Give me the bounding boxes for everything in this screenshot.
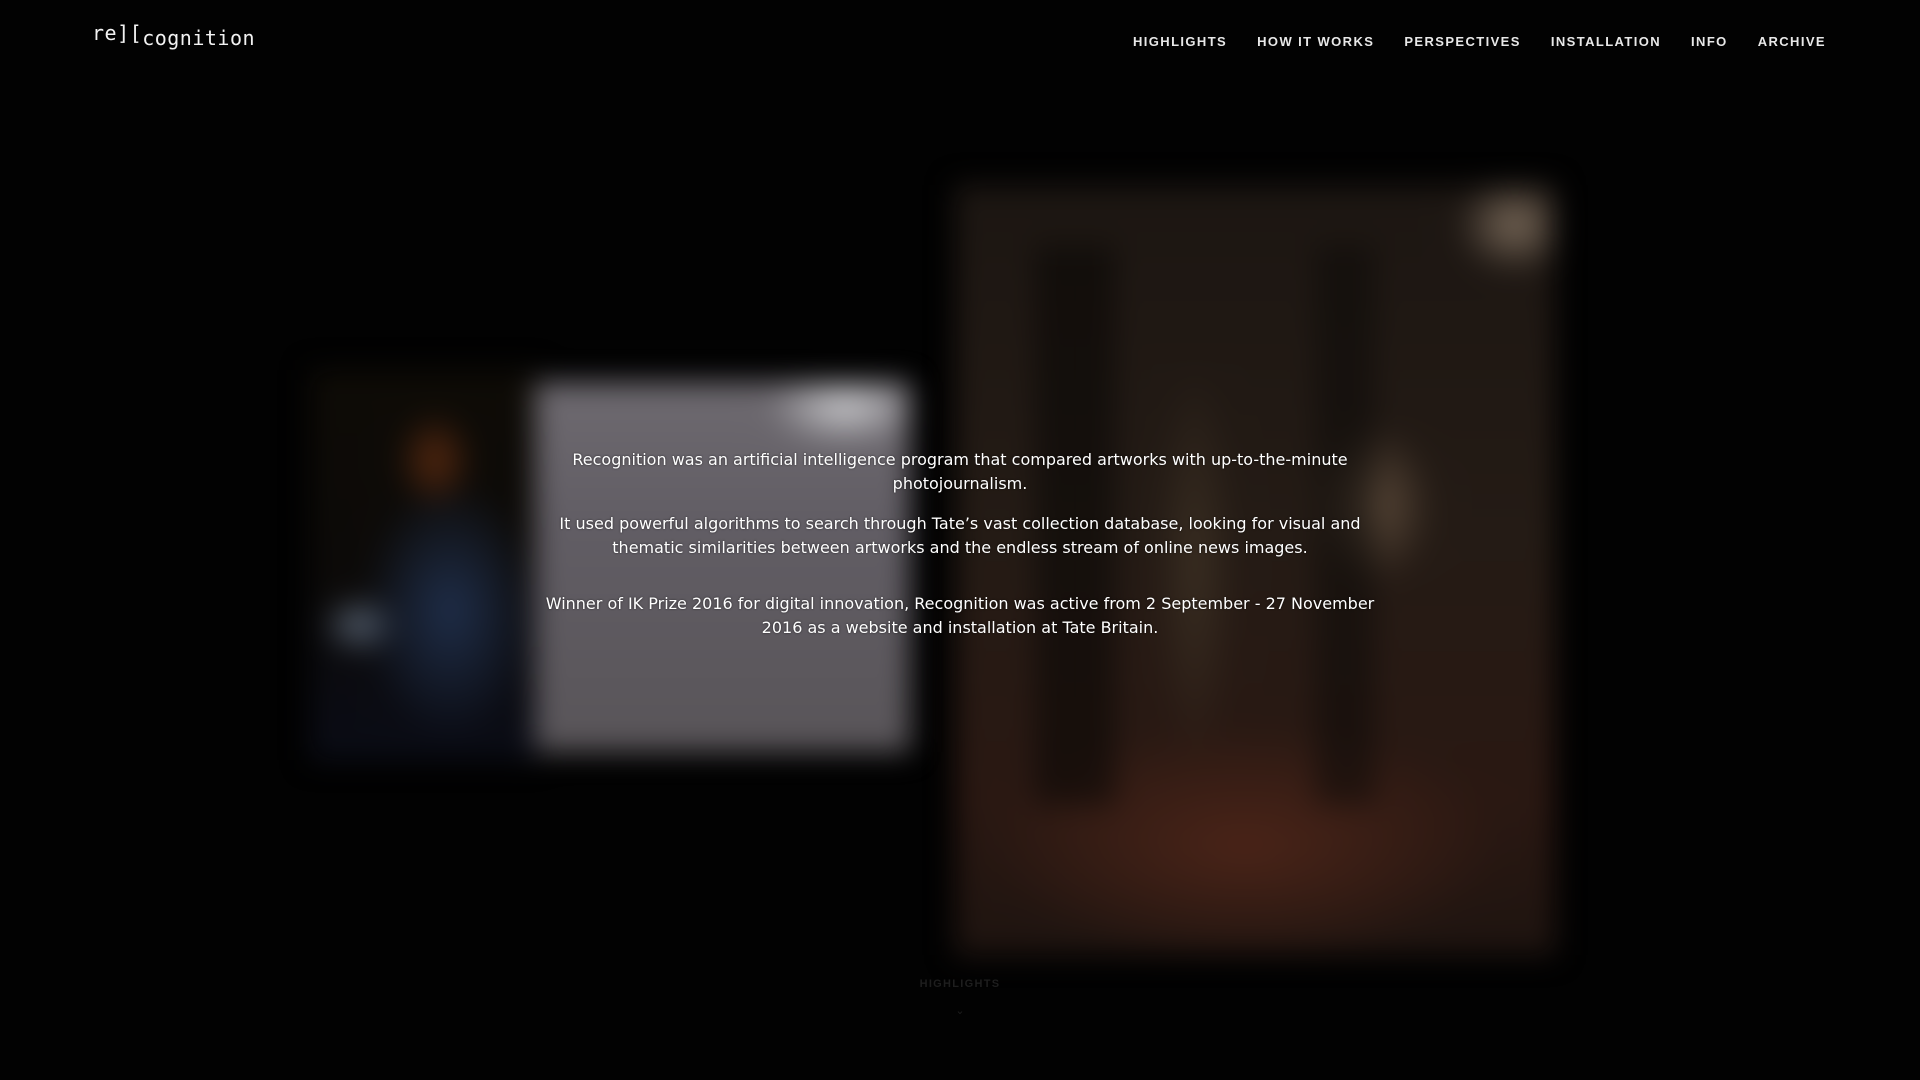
logo-suffix: cognition <box>142 26 256 50</box>
site-logo[interactable]: re][cognition <box>92 21 256 50</box>
intro-paragraph-1: Recognition was an artificial intelligen… <box>572 450 1348 493</box>
scroll-highlights-link[interactable]: HIGHLIGHTS <box>920 978 1001 990</box>
nav-perspectives[interactable]: PERSPECTIVES <box>1404 34 1521 49</box>
logo-prefix: re <box>92 21 118 45</box>
scroll-hint: HIGHLIGHTS ⌄ <box>0 974 1920 1017</box>
nav-info[interactable]: INFO <box>1691 34 1728 49</box>
main-nav: HIGHLIGHTS HOW IT WORKS PERSPECTIVES INS… <box>1133 34 1826 49</box>
page: re][cognition HIGHLIGHTS HOW IT WORKS PE… <box>0 0 1920 1080</box>
nav-archive[interactable]: ARCHIVE <box>1758 34 1826 49</box>
intro-paragraph-2: It used powerful algorithms to search th… <box>559 514 1361 557</box>
nav-highlights[interactable]: HIGHLIGHTS <box>1133 34 1227 49</box>
logo-bracket: ][ <box>117 21 143 45</box>
news-photo-blurred <box>310 370 540 760</box>
nav-how-it-works[interactable]: HOW IT WORKS <box>1257 34 1374 49</box>
intro-paragraph-award: Winner of IK Prize 2016 for digital inno… <box>545 594 1375 637</box>
chevron-down-icon[interactable]: ⌄ <box>955 1006 965 1017</box>
nav-installation[interactable]: INSTALLATION <box>1551 34 1661 49</box>
intro-text: Recognition was an artificial intelligen… <box>540 448 1380 656</box>
